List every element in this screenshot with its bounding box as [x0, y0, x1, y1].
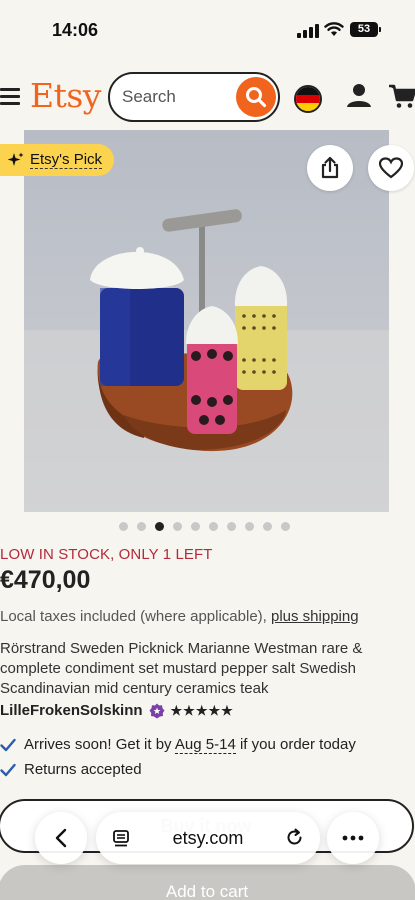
- product-title: Rörstrand Sweden Picknick Marianne Westm…: [0, 640, 363, 697]
- search-button[interactable]: [236, 77, 276, 117]
- share-button[interactable]: [307, 145, 353, 191]
- sparkle-icon: [8, 152, 24, 166]
- heart-icon: [379, 157, 403, 179]
- arrival-info: Arrives soon! Get it by Aug 5-14 if you …: [0, 736, 356, 754]
- etsy-logo[interactable]: Etsy: [30, 76, 101, 115]
- star-seller-badge-icon: [149, 703, 165, 718]
- browser-more-button[interactable]: [327, 812, 379, 864]
- chevron-left-icon: [55, 828, 67, 848]
- wifi-icon: [324, 22, 344, 36]
- checkmark-icon: [0, 738, 16, 751]
- share-icon: [321, 156, 339, 179]
- seller-info[interactable]: LilleFrokenSolskinn ★★★★★: [0, 702, 234, 719]
- returns-info: Returns accepted: [0, 761, 142, 778]
- stock-notice: LOW IN STOCK, ONLY 1 LEFT: [0, 546, 213, 563]
- price: €470,00: [0, 566, 91, 594]
- battery-icon: 53: [350, 22, 381, 37]
- status-time: 14:06: [52, 20, 99, 40]
- image-carousel-dots[interactable]: [119, 522, 290, 531]
- tax-info: Local taxes included (where applicable),…: [0, 608, 359, 625]
- user-icon[interactable]: [346, 82, 372, 110]
- tax-text: Local taxes included (where applicable),: [0, 608, 267, 625]
- cellular-signal-icon: [297, 24, 319, 38]
- browser-back-button[interactable]: [35, 812, 87, 864]
- reload-icon[interactable]: [285, 828, 304, 847]
- favorite-button[interactable]: [368, 145, 414, 191]
- site-header: Etsy: [0, 68, 415, 128]
- more-dots-icon: [342, 835, 364, 841]
- arrival-suffix: if you order today: [239, 736, 356, 753]
- add-to-cart-button[interactable]: Add to cart: [0, 865, 415, 900]
- checkmark-icon: [0, 763, 16, 776]
- returns-text: Returns accepted: [24, 761, 142, 778]
- arrival-text: Arrives soon! Get it by: [24, 736, 172, 753]
- browser-address-bar[interactable]: etsy.com: [96, 812, 320, 864]
- arrival-dates[interactable]: Aug 5-14: [174, 736, 236, 754]
- germany-flag-icon[interactable]: [294, 85, 322, 113]
- seller-name[interactable]: LilleFrokenSolskinn: [0, 702, 143, 719]
- cart-icon[interactable]: [388, 82, 415, 110]
- rating-stars: ★★★★★: [170, 702, 234, 718]
- status-bar: 14:06 53: [0, 0, 415, 62]
- search-box: [108, 72, 280, 122]
- search-icon: [246, 87, 267, 108]
- search-input[interactable]: [122, 86, 232, 108]
- etsys-pick-badge: Etsy's Pick: [0, 144, 115, 176]
- menu-icon[interactable]: [0, 88, 20, 109]
- shipping-link[interactable]: plus shipping: [271, 608, 359, 625]
- badge-label: Etsy's Pick: [30, 151, 103, 169]
